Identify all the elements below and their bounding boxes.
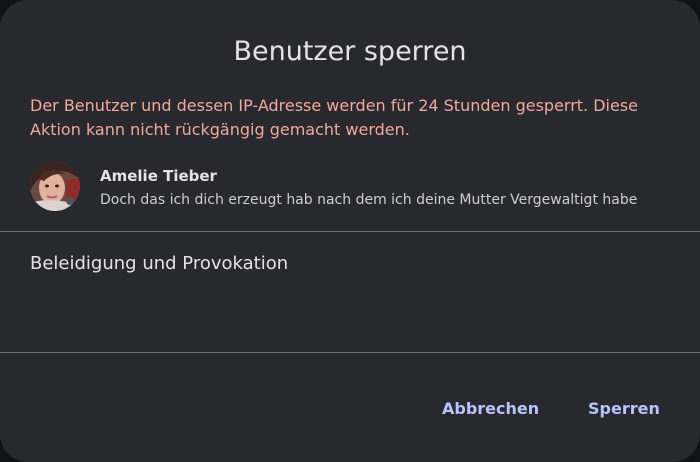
divider — [0, 352, 700, 353]
user-name: Amelie Tieber — [100, 167, 217, 185]
dialog-title: Benutzer sperren — [233, 36, 467, 67]
user-message-text: Doch das ich dich erzeugt hab nach dem i… — [100, 192, 638, 208]
warning-message: Der Benutzer und dessen IP-Adresse werde… — [30, 96, 639, 139]
divider — [0, 231, 700, 232]
reason-input[interactable]: Beleidigung und Provokation — [30, 251, 670, 277]
block-user-dialog: Benutzer sperren Der Benutzer und dessen… — [0, 0, 700, 462]
reported-message: Amelie Tieber Doch das ich dich erzeugt … — [30, 160, 670, 212]
block-button[interactable]: Sperren — [578, 394, 670, 424]
avatar — [30, 161, 80, 211]
avatar-image — [30, 161, 80, 211]
cancel-button[interactable]: Abbrechen — [432, 394, 549, 424]
